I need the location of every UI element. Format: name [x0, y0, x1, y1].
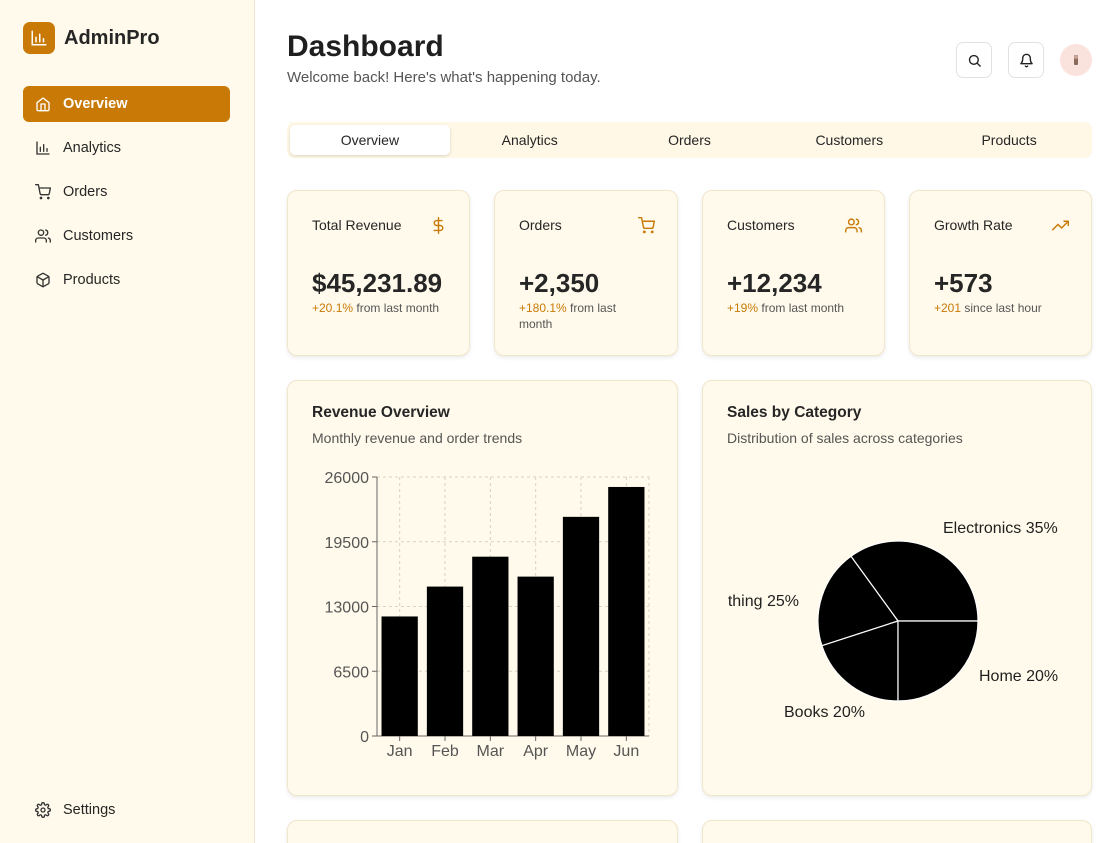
- stat-change-text: from last month: [758, 301, 845, 315]
- bar-apr: [517, 576, 554, 736]
- bar-jun: [608, 486, 645, 736]
- search-icon: [967, 53, 982, 68]
- stat-change-text: since last hour: [961, 301, 1042, 315]
- pie-label-books: Books 20%: [784, 704, 865, 721]
- sidebar-item-label: Products: [63, 272, 121, 288]
- sidebar: AdminPro Overview Analytics Orders Custo…: [0, 0, 255, 843]
- logo-icon: [23, 22, 55, 54]
- stat-value: +573: [934, 268, 993, 298]
- bar-chart-icon: [35, 140, 51, 156]
- revenue-overview-card: Revenue Overview Monthly revenue and ord…: [287, 380, 678, 796]
- sidebar-item-label: Overview: [63, 96, 128, 112]
- stat-change-value: +180.1%: [519, 301, 567, 315]
- stat-value: +12,234: [727, 268, 822, 298]
- stat-change: +201 since last hour: [934, 300, 1074, 316]
- brand[interactable]: AdminPro: [23, 22, 160, 54]
- stat-label: Customers: [727, 217, 795, 233]
- stat-change: +19% from last month: [727, 300, 867, 316]
- bell-icon: [1019, 53, 1034, 68]
- stat-change-value: +19%: [727, 301, 759, 315]
- y-tick-label: 19500: [325, 535, 370, 552]
- stat-card-revenue: Total Revenue $45,231.89 +20.1% from las…: [287, 190, 470, 356]
- sidebar-item-orders[interactable]: Orders: [23, 174, 230, 210]
- sidebar-item-settings[interactable]: Settings: [23, 792, 230, 828]
- trending-up-icon: [1052, 217, 1069, 234]
- stat-label: Growth Rate: [934, 217, 1013, 233]
- sidebar-footer: Settings: [23, 792, 230, 836]
- x-tick-label: Feb: [431, 743, 459, 760]
- x-tick-label: Apr: [523, 743, 549, 760]
- stat-label: Orders: [519, 217, 562, 233]
- pie-label-home: Home 20%: [979, 668, 1058, 685]
- sidebar-item-label: Analytics: [63, 140, 122, 156]
- bar-may: [562, 516, 600, 736]
- x-tick-label: Mar: [477, 743, 505, 760]
- stat-change-text: from last month: [353, 301, 440, 315]
- sidebar-item-customers[interactable]: Customers: [23, 218, 230, 254]
- stat-card-customers: Customers +12,234 +19% from last month: [702, 190, 885, 356]
- stat-card-orders: Orders +2,350 +180.1% from last month: [494, 190, 678, 356]
- sidebar-item-products[interactable]: Products: [23, 262, 230, 298]
- sidebar-nav: Overview Analytics Orders Customers Prod…: [23, 86, 230, 306]
- sidebar-item-label: Customers: [63, 228, 134, 244]
- x-tick-label: May: [566, 743, 596, 760]
- avatar[interactable]: [1060, 44, 1092, 76]
- pie-label-electronics: Electronics 35%: [943, 520, 1058, 537]
- sidebar-item-label: Orders: [63, 184, 108, 200]
- pie-slice-clothing: [897, 620, 979, 702]
- box-icon: [35, 272, 51, 288]
- gear-icon: [35, 802, 51, 818]
- home-icon: [35, 96, 51, 112]
- users-icon: [35, 228, 51, 244]
- sales-pie-chart: Electronics 35% Home 20% Books 20% thing 25…: [728, 520, 1058, 721]
- y-tick-label: 13000: [325, 600, 370, 617]
- y-tick-label: 26000: [325, 470, 370, 487]
- x-tick-label: Jan: [387, 743, 413, 760]
- tab-overview[interactable]: Overview: [290, 125, 450, 155]
- notifications-button[interactable]: [1008, 42, 1044, 78]
- revenue-bar-chart: 0 6500 13000 19500 26000 Jan Feb Mar Apr May Jun: [325, 470, 650, 760]
- tab-customers[interactable]: Customers: [769, 125, 929, 155]
- dollar-icon: [430, 217, 447, 234]
- tab-bar: Overview Analytics Orders Customers Prod…: [287, 122, 1092, 158]
- sidebar-item-analytics[interactable]: Analytics: [23, 130, 230, 166]
- tab-products[interactable]: Products: [929, 125, 1089, 155]
- page-title: Dashboard: [287, 30, 444, 63]
- stat-change-value: +201: [934, 301, 962, 315]
- stat-value: $45,231.89: [312, 268, 443, 298]
- y-tick-label: 6500: [333, 664, 369, 681]
- stat-card-growth: Growth Rate +573 +201 since last hour: [909, 190, 1092, 356]
- cart-icon: [638, 217, 655, 234]
- search-button[interactable]: [956, 42, 992, 78]
- tab-analytics[interactable]: Analytics: [450, 125, 610, 155]
- stat-change: +20.1% from last month: [312, 300, 452, 316]
- cart-icon: [35, 184, 51, 200]
- bar-mar: [472, 556, 509, 736]
- sidebar-item-label: Settings: [63, 802, 116, 818]
- sidebar-item-overview[interactable]: Overview: [23, 86, 230, 122]
- stat-change: +180.1% from last month: [519, 300, 639, 332]
- bar-feb: [426, 586, 464, 736]
- stat-change-value: +20.1%: [312, 301, 354, 315]
- page-subtitle: Welcome back! Here's what's happening to…: [287, 69, 601, 86]
- bar-jan: [381, 616, 418, 736]
- sales-by-category-card: Sales by Category Distribution of sales …: [702, 380, 1092, 796]
- stat-value: +2,350: [519, 268, 600, 298]
- bottom-card-left: [287, 820, 678, 843]
- users-icon: [845, 217, 862, 234]
- y-tick-label: 0: [360, 729, 369, 746]
- x-tick-label: Jun: [613, 743, 639, 760]
- avatar-image: [1074, 55, 1078, 65]
- stat-label: Total Revenue: [312, 217, 402, 233]
- bottom-card-right: [702, 820, 1092, 843]
- tab-orders[interactable]: Orders: [610, 125, 770, 155]
- brand-name: AdminPro: [64, 26, 160, 49]
- pie-label-clothing: thing 25%: [728, 593, 799, 610]
